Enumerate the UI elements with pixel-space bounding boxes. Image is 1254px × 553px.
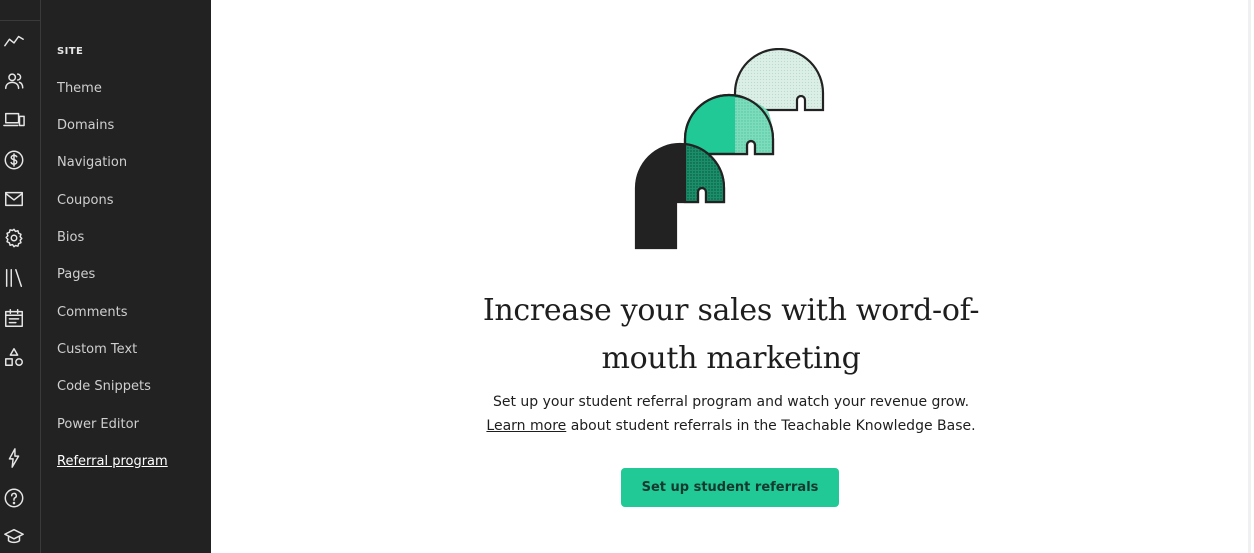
sidebar-item-theme[interactable]: Theme (57, 81, 102, 96)
referral-illustration (634, 48, 825, 250)
sidebar-item-comments[interactable]: Comments (57, 305, 127, 320)
sales-icon[interactable] (2, 148, 26, 172)
icon-rail (0, 0, 211, 553)
learn-more-link[interactable]: Learn more (486, 418, 566, 434)
learn-more-line: Learn more about student referrals in th… (411, 414, 1051, 438)
sidebar-item-custom-text[interactable]: Custom Text (57, 342, 137, 357)
email-icon[interactable] (2, 187, 26, 211)
graduation-cap-icon[interactable] (2, 525, 26, 549)
site-sidebar: SITE Theme Domains Navigation Coupons Bi… (41, 0, 211, 553)
settings-icon[interactable] (2, 226, 26, 250)
sidebar-item-coupons[interactable]: Coupons (57, 193, 114, 208)
calendar-icon[interactable] (2, 306, 26, 330)
description-line: Set up your student referral program and… (492, 394, 970, 410)
users-icon[interactable] (2, 69, 26, 93)
sidebar-item-domains[interactable]: Domains (57, 118, 114, 133)
shapes-icon[interactable] (2, 345, 26, 369)
main-content: Increase your sales with word-of-mouth m… (211, 0, 1251, 553)
sidebar-item-power-editor[interactable]: Power Editor (57, 417, 139, 432)
scrollbar-track[interactable] (1248, 0, 1251, 553)
site-icon[interactable] (2, 108, 26, 132)
sidebar-item-code-snippets[interactable]: Code Snippets (57, 379, 151, 394)
lightning-icon[interactable] (2, 446, 26, 470)
learn-more-suffix: about student referrals in the Teachable… (566, 418, 976, 434)
sidebar-item-referral-program[interactable]: Referral program (57, 454, 168, 469)
sidebar-item-pages[interactable]: Pages (57, 267, 95, 282)
page-description: Set up your student referral program and… (411, 390, 1051, 438)
sidebar-section-title: SITE (57, 46, 84, 57)
setup-referrals-button[interactable]: Set up student referrals (621, 468, 839, 507)
help-icon[interactable] (2, 486, 26, 510)
library-icon[interactable] (2, 266, 26, 290)
analytics-icon[interactable] (2, 30, 26, 54)
sidebar-item-bios[interactable]: Bios (57, 230, 84, 245)
sidebar-item-navigation[interactable]: Navigation (57, 155, 127, 170)
page-headline: Increase your sales with word-of-mouth m… (482, 293, 980, 376)
